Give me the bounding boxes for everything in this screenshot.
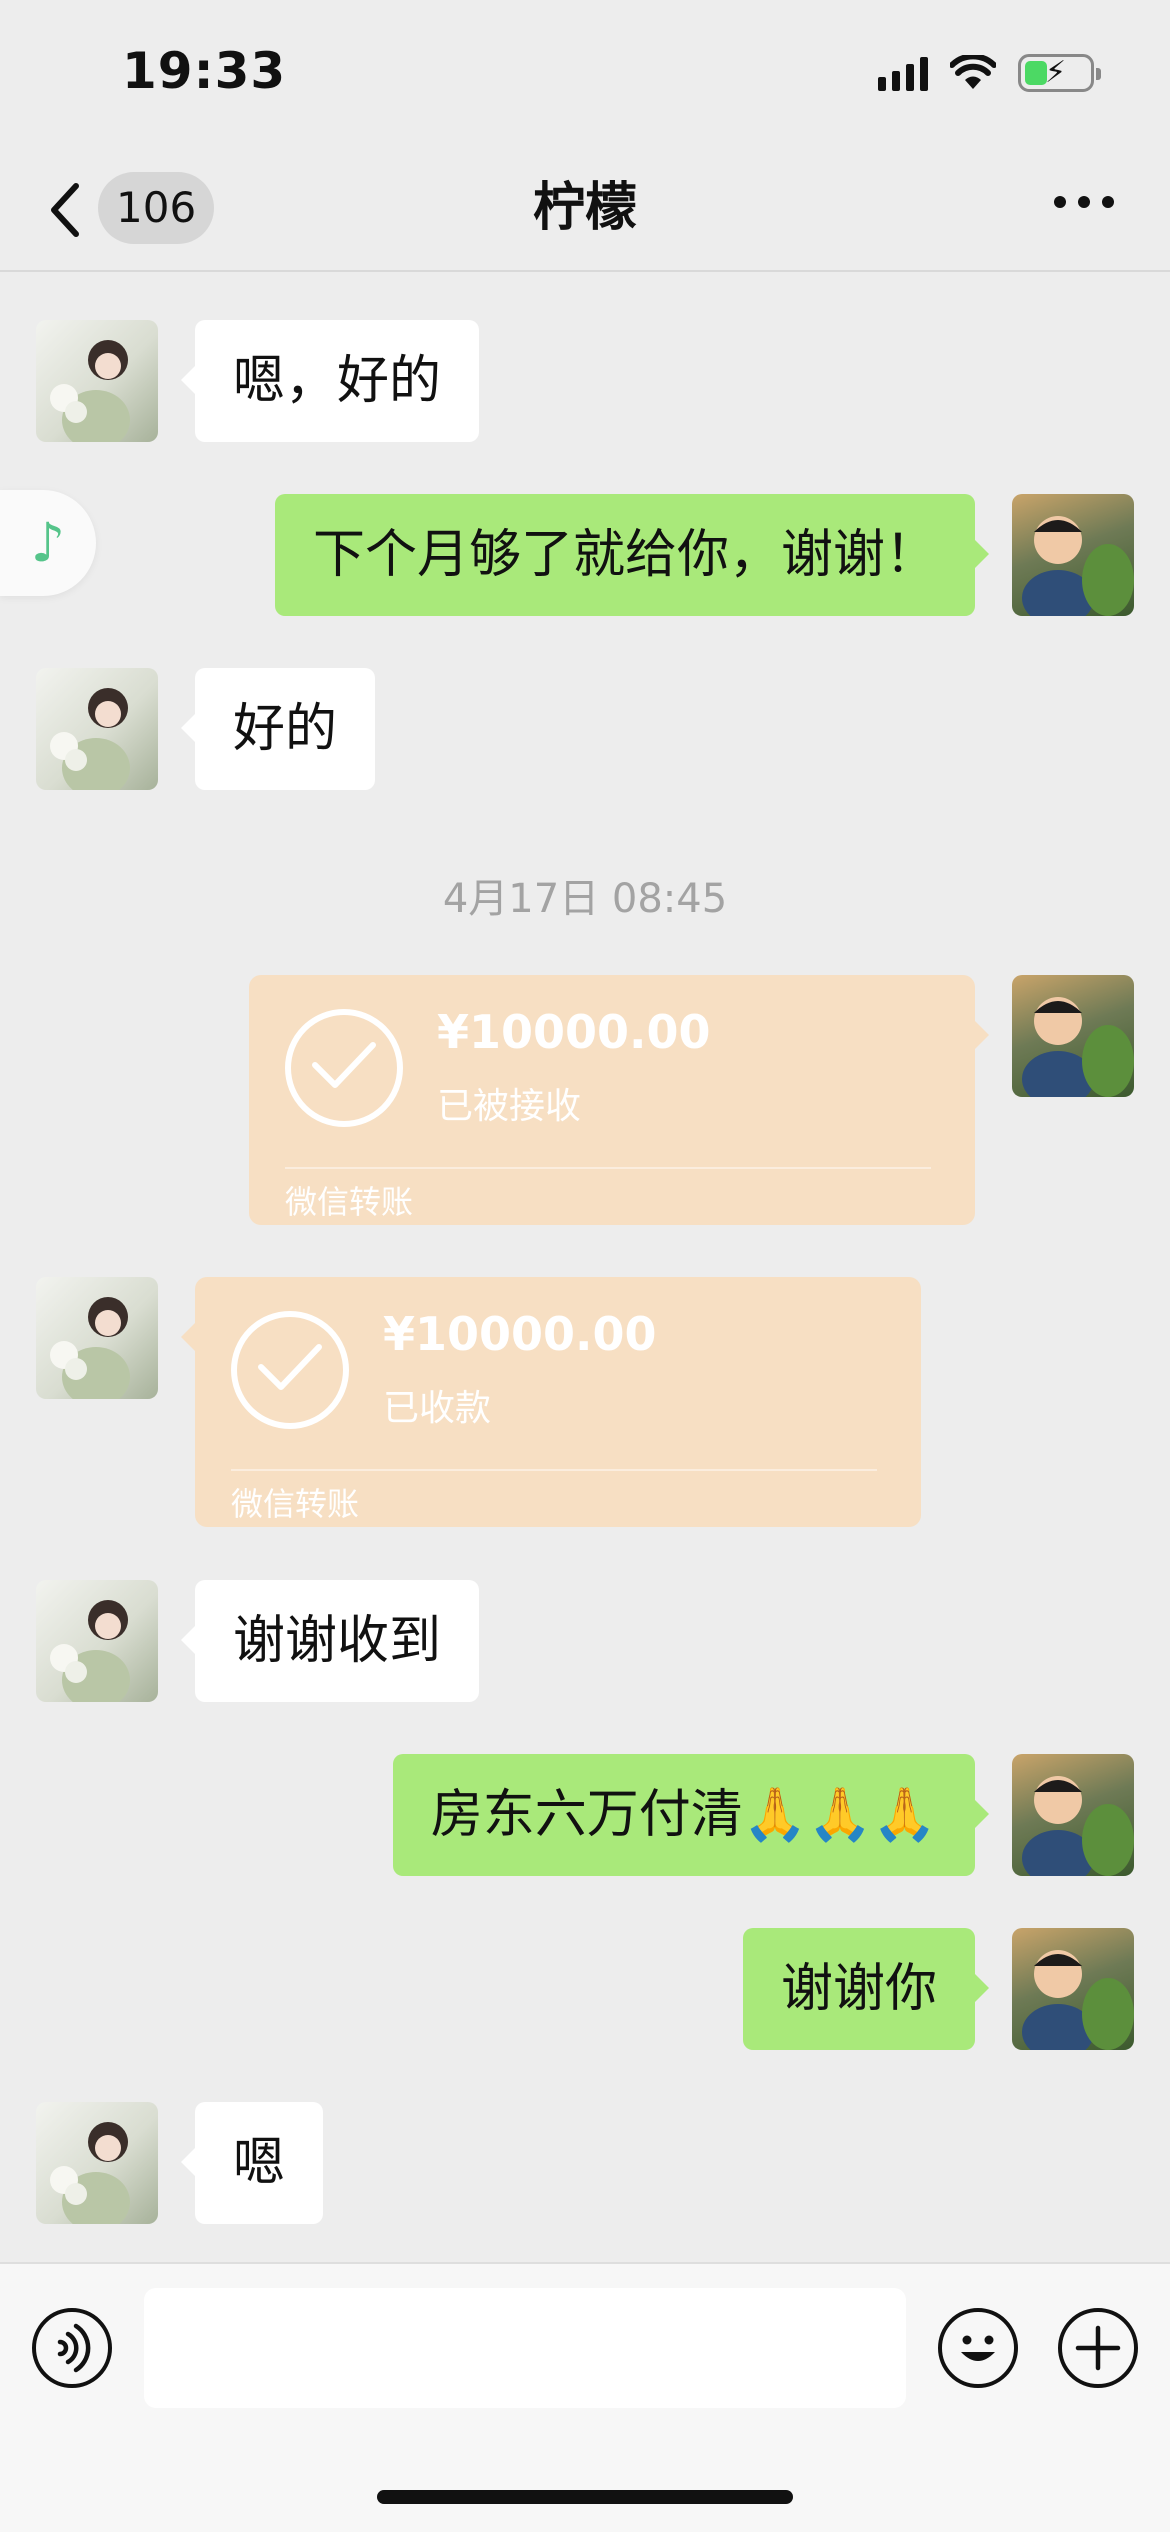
avatar-self[interactable]: [1012, 1754, 1134, 1876]
avatar-contact[interactable]: [36, 668, 158, 790]
message-bubble-incoming[interactable]: 嗯: [180, 2102, 324, 2224]
transfer-footer: 微信转账: [285, 1183, 414, 1221]
transfer-card-outgoing[interactable]: ¥10000.00 已被接收 微信转账: [249, 975, 989, 1225]
emoji-icon[interactable]: [938, 2308, 1018, 2388]
transfer-amount: ¥10000.00: [437, 1005, 711, 1059]
message-bubble-incoming[interactable]: 谢谢收到: [180, 1580, 480, 1702]
avatar-self[interactable]: [1012, 975, 1134, 1097]
message-bubble-incoming[interactable]: 嗯，好的: [180, 320, 480, 442]
divider: [231, 1469, 877, 1471]
more-icon[interactable]: [1054, 196, 1114, 208]
transfer-amount: ¥10000.00: [383, 1307, 657, 1361]
status-time: 19:33: [122, 42, 287, 100]
check-circle-icon: [231, 1311, 349, 1429]
message-bubble-outgoing[interactable]: 下个月够了就给你，谢谢！: [274, 494, 990, 616]
nav-bar: 106 柠檬: [0, 150, 1170, 272]
avatar-contact[interactable]: [36, 1277, 158, 1399]
avatar-self[interactable]: [1012, 1928, 1134, 2050]
transfer-card-incoming[interactable]: ¥10000.00 已收款 微信转账: [181, 1277, 921, 1527]
cellular-signal-icon: [878, 55, 928, 91]
avatar-contact[interactable]: [36, 1580, 158, 1702]
divider: [285, 1167, 931, 1169]
music-note-icon[interactable]: ♪: [0, 490, 96, 596]
wifi-icon: [950, 55, 996, 89]
home-indicator[interactable]: [377, 2490, 793, 2504]
chat-title: 柠檬: [532, 178, 637, 238]
add-icon[interactable]: [1058, 2308, 1138, 2388]
transfer-status: 已收款: [383, 1388, 492, 1429]
avatar-contact[interactable]: [36, 2102, 158, 2224]
battery-icon: ⚡: [1018, 54, 1101, 92]
voice-icon[interactable]: [32, 2308, 112, 2388]
avatar-self[interactable]: [1012, 494, 1134, 616]
transfer-footer: 微信转账: [231, 1485, 360, 1523]
transfer-status: 已被接收: [437, 1086, 582, 1127]
message-bubble-outgoing[interactable]: 谢谢你: [742, 1928, 990, 2050]
message-bubble-outgoing[interactable]: 房东六万付清🙏🙏🙏: [392, 1754, 990, 1876]
message-bubble-incoming[interactable]: 好的: [180, 668, 376, 790]
message-timestamp: 4月17日 08:45: [442, 876, 728, 922]
check-circle-icon: [285, 1009, 403, 1127]
message-input[interactable]: [144, 2288, 906, 2408]
status-bar: 19:33 ⚡: [0, 0, 1170, 150]
status-icons: ⚡: [878, 54, 1101, 92]
avatar-contact[interactable]: [36, 320, 158, 442]
